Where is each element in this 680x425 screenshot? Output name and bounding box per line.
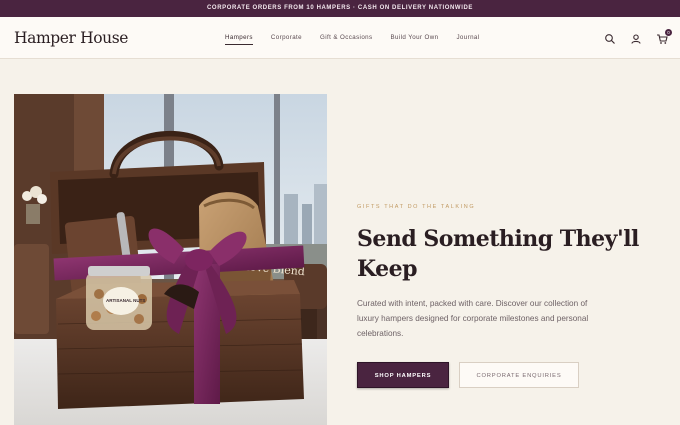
cart-icon[interactable]: 0 xyxy=(656,29,672,44)
jar-label: ARTISANAL NUTS xyxy=(106,298,145,303)
hero-description: Curated with intent, packed with care. D… xyxy=(357,299,589,338)
announcement-bar: CORPORATE ORDERS FROM 10 HAMPERS · CASH … xyxy=(0,0,680,17)
nav-hampers[interactable]: Hampers xyxy=(225,34,253,45)
hero-image: Reserve Blend ARTISANAL NUTS xyxy=(14,94,327,425)
site-header: Hamper House Hampers Corporate Gift & Oc… xyxy=(0,17,680,59)
nav-build-your-own[interactable]: Build Your Own xyxy=(391,34,439,45)
corporate-enquiries-button[interactable]: CORPORATE ENQUIRIES xyxy=(459,362,579,388)
account-icon[interactable] xyxy=(630,32,642,44)
cart-count-badge: 0 xyxy=(665,29,672,36)
shop-hampers-button[interactable]: SHOP HAMPERS xyxy=(357,362,449,388)
header-icons: 0 xyxy=(604,29,672,44)
search-icon[interactable] xyxy=(604,32,616,44)
nav-corporate[interactable]: Corporate xyxy=(271,34,302,45)
main-nav: Hampers Corporate Gift & Occasions Build… xyxy=(225,34,498,45)
hero-headline: Send Something They'll Keep xyxy=(357,226,639,282)
nav-journal[interactable]: Journal xyxy=(456,34,479,45)
site-logo[interactable]: Hamper House xyxy=(14,29,128,47)
nav-gift-occasions[interactable]: Gift & Occasions xyxy=(320,34,372,45)
hero-eyebrow: GIFTS THAT DO THE TALKING xyxy=(357,204,476,210)
